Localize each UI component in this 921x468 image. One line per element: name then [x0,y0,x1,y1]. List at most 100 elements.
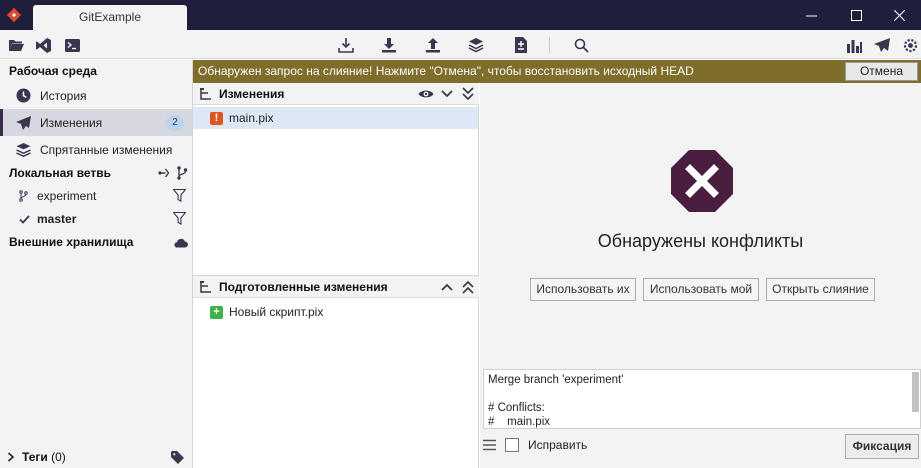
amend-checkbox[interactable] [505,438,519,452]
chevron-right-icon[interactable] [7,452,15,462]
commit-button[interactable]: Фиксация [845,434,919,459]
double-chevron-up-icon[interactable] [460,279,476,295]
open-merge-button[interactable]: Открыть слияние [766,278,875,301]
branch-name: master [37,212,77,226]
file-name: main.pix [229,111,274,125]
open-vscode-button[interactable] [33,35,53,55]
merge-notice-text: Обнаружен запрос на слияние! Нажмите "От… [198,64,694,78]
new-branch-icon[interactable] [157,167,170,179]
commit-message-input[interactable]: Merge branch 'experiment' # Conflicts: #… [483,369,921,429]
folder-icon [8,39,24,51]
conflict-view: Обнаружены конфликты Использовать их Исп… [480,83,921,468]
sidebar-item-label: Изменения [40,115,103,130]
hotkey-icon [874,37,890,52]
pull-button[interactable] [379,35,399,55]
added-status-icon: + [210,305,223,319]
fetch-button[interactable] [336,35,356,55]
checkmark-icon [19,214,31,224]
vscode-icon [35,37,51,53]
branch-item-experiment[interactable]: experiment [0,185,192,207]
local-branches-title: Локальная ветвь [9,166,112,180]
conflict-octagon-icon [671,150,733,212]
commit-bar: Исправить Фиксация [480,431,921,468]
commit-message-line: # Conflicts: [488,402,545,414]
maximize-button[interactable] [836,0,876,30]
sidebar: Рабочая среда История Изменения 2 Спрята… [0,60,193,468]
repository-tab[interactable]: GitExample [33,5,187,30]
push-button[interactable] [423,35,443,55]
tree-view-icon[interactable] [199,280,213,294]
statistics-icon [846,39,862,53]
close-window-button[interactable] [879,0,919,30]
history-icon [15,88,31,104]
amend-label: Исправить [528,438,588,452]
settings-icon [903,38,917,52]
maximize-icon [850,9,862,21]
tags-count: (0) [51,450,66,464]
commit-message-line: # main.pix [488,416,550,428]
double-chevron-down-icon[interactable] [460,86,476,102]
open-folder-button[interactable] [6,35,26,55]
menu-icon[interactable] [483,439,496,451]
send-icon [15,115,31,131]
abort-merge-button[interactable]: Отмена [845,62,918,81]
add-remote-icon[interactable] [173,237,188,248]
open-terminal-button[interactable] [62,35,82,55]
chevron-down-icon[interactable] [439,86,455,102]
settings-button[interactable] [900,35,920,55]
sidebar-item-label: История [40,88,87,103]
staged-changes-title: Подготовленные изменения [219,279,388,294]
tags-label: Теги [22,450,48,464]
close-icon [893,9,905,21]
unstaged-changes-panel: Изменения ! main.pix [193,83,479,275]
toolbar [0,30,921,59]
unstaged-file-row[interactable]: ! main.pix [193,107,478,129]
tree-view-icon[interactable] [199,87,213,101]
toolbar-separator [549,37,550,53]
branch-icon [19,190,31,202]
filter-icon[interactable] [173,189,186,202]
stash-icon [15,142,31,158]
file-name: Новый скрипт.pix [229,305,324,319]
statistics-button[interactable] [844,35,864,55]
search-button[interactable] [571,35,591,55]
branch-item-master[interactable]: master [0,208,192,230]
pull-icon [382,38,396,53]
search-icon [574,38,589,53]
apply-patch-button[interactable] [511,35,531,55]
staged-changes-header: Подготовленные изменения [193,276,479,298]
branch-name: experiment [37,189,97,203]
git-branch-icon[interactable] [176,166,188,180]
sidebar-item-label: Спрятанные изменения [40,142,173,157]
minimize-icon [805,15,817,16]
stash-icon [468,38,484,53]
merge-notice-bar: Обнаружен запрос на слияние! Нажмите "От… [193,60,921,83]
filter-icon[interactable] [173,212,186,225]
chevron-up-icon[interactable] [439,279,455,295]
hotkeys-button[interactable] [872,35,892,55]
use-theirs-button[interactable]: Использовать их [530,278,636,301]
sidebar-item-changes[interactable]: Изменения 2 [0,109,192,136]
app-logo-icon [6,7,22,23]
commit-message-line [488,387,916,401]
commit-scrollbar[interactable] [912,372,919,412]
use-mine-button[interactable]: Использовать мой [643,278,759,301]
sidebar-item-history[interactable]: История [0,82,192,109]
conflict-title: Обнаружены конфликты [597,231,804,251]
apply-patch-icon [515,37,527,53]
add-tag-icon[interactable] [171,450,186,464]
staged-file-row[interactable]: + Новый скрипт.pix [193,301,478,323]
tags-title[interactable]: Теги (0) [22,450,66,464]
fetch-icon [338,38,354,53]
unstaged-changes-header: Изменения [193,83,479,105]
active-indicator [0,109,3,136]
push-icon [426,38,440,53]
changes-count-badge: 2 [166,115,184,131]
terminal-icon [64,38,80,52]
eye-icon[interactable] [418,86,434,102]
workspace-title: Рабочая среда [9,64,97,78]
commit-message-line: Merge branch 'experiment' [488,374,624,386]
minimize-button[interactable] [791,0,831,30]
sidebar-item-stashes[interactable]: Спрятанные изменения [0,136,192,163]
stash-button[interactable] [466,35,486,55]
